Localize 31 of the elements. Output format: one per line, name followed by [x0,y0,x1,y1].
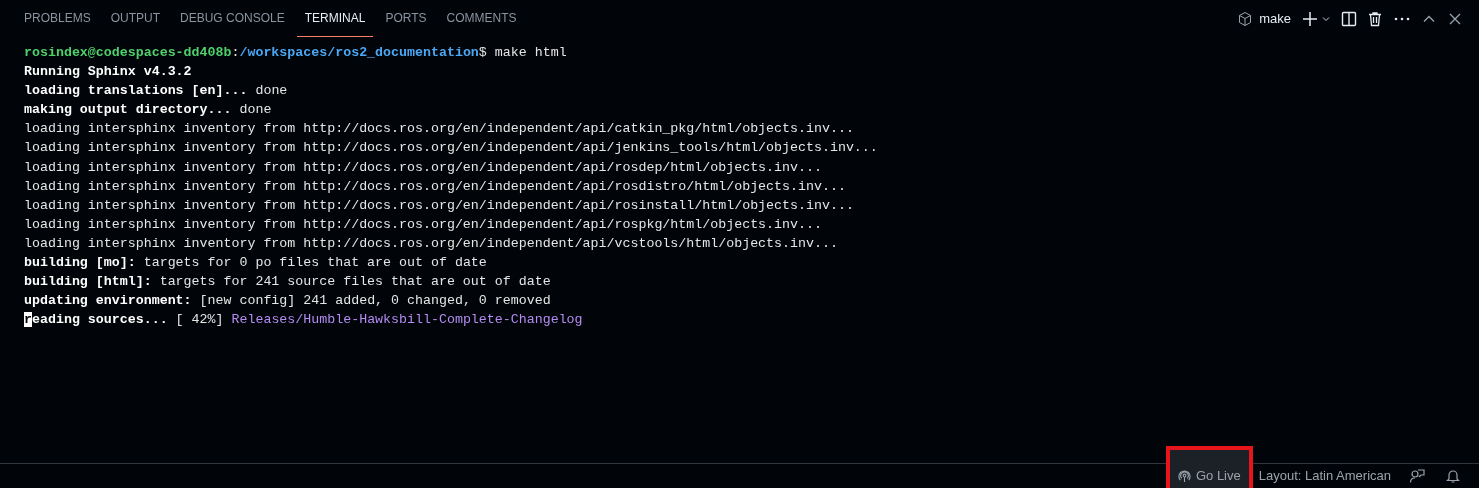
terminal-line: making output directory... done [24,101,273,120]
terminal-line: building [mo]: targets for 0 po files that are out of date [24,254,488,273]
panel-tab[interactable]: PROBLEMS [16,0,99,37]
terminal-line: loading intersphinx inventory from http://docs.ros.org/en/independent/api/jenkins_tools/html/objects.inv... [24,139,879,158]
terminal-line: loading intersphinx inventory from http://docs.ros.org/en/independent/api/rospkg/html/objects.inv... [24,215,823,234]
panel-tab[interactable]: COMMENTS [438,0,525,37]
panel-tab[interactable]: DEBUG CONSOLE [172,0,293,37]
terminal-line: rosindex@codespaces-dd408b:/workspaces/ros2_documentation$ make html [24,44,568,62]
split-icon[interactable] [1341,10,1357,27]
terminal-line: loading intersphinx inventory from http://docs.ros.org/en/independent/api/vcstools/html/objects.inv... [24,234,839,253]
terminal-selector[interactable]: make [1237,8,1291,29]
panel-tab[interactable]: OUTPUT [102,0,169,37]
terminal-line: loading intersphinx inventory from http://docs.ros.org/en/independent/api/rosdistro/html/objects.inv... [24,177,847,196]
bell-icon[interactable] [1445,468,1461,484]
trash-icon[interactable] [1367,10,1383,27]
terminal-line: loading intersphinx inventory from http://docs.ros.org/en/independent/api/rosdep/html/objects.inv... [24,158,823,177]
terminal-line: loading translations [en]... done [24,82,289,101]
new-terminal-button[interactable] [1301,9,1331,28]
terminal-line: updating environment: [new config] 241 added, 0 changed, 0 removed [24,292,552,311]
terminal-line: building [html]: targets for 241 source files that are out of date [24,273,552,292]
terminal-line: loading intersphinx inventory from http://docs.ros.org/en/independent/api/catkin_pkg/html/objects.inv... [24,120,855,139]
panel-tab[interactable]: PORTS [377,0,435,37]
terminal-line: reading sources... [ 42%] Releases/Humble-Hawksbill-Complete-Changelog [24,311,584,330]
panel-tab[interactable]: TERMINAL [296,0,374,37]
terminal-line: loading intersphinx inventory from http://docs.ros.org/en/independent/api/rosinstall/html/objects.inv... [24,196,855,215]
cube-icon [1237,10,1254,27]
plus-icon [1301,9,1319,28]
broadcast-icon [1177,469,1191,483]
accounts-icon[interactable] [1409,468,1425,484]
terminal-line: Running Sphinx v4.3.2 [24,63,193,82]
keyboard-layout[interactable]: Layout: Latin American [1248,466,1401,486]
